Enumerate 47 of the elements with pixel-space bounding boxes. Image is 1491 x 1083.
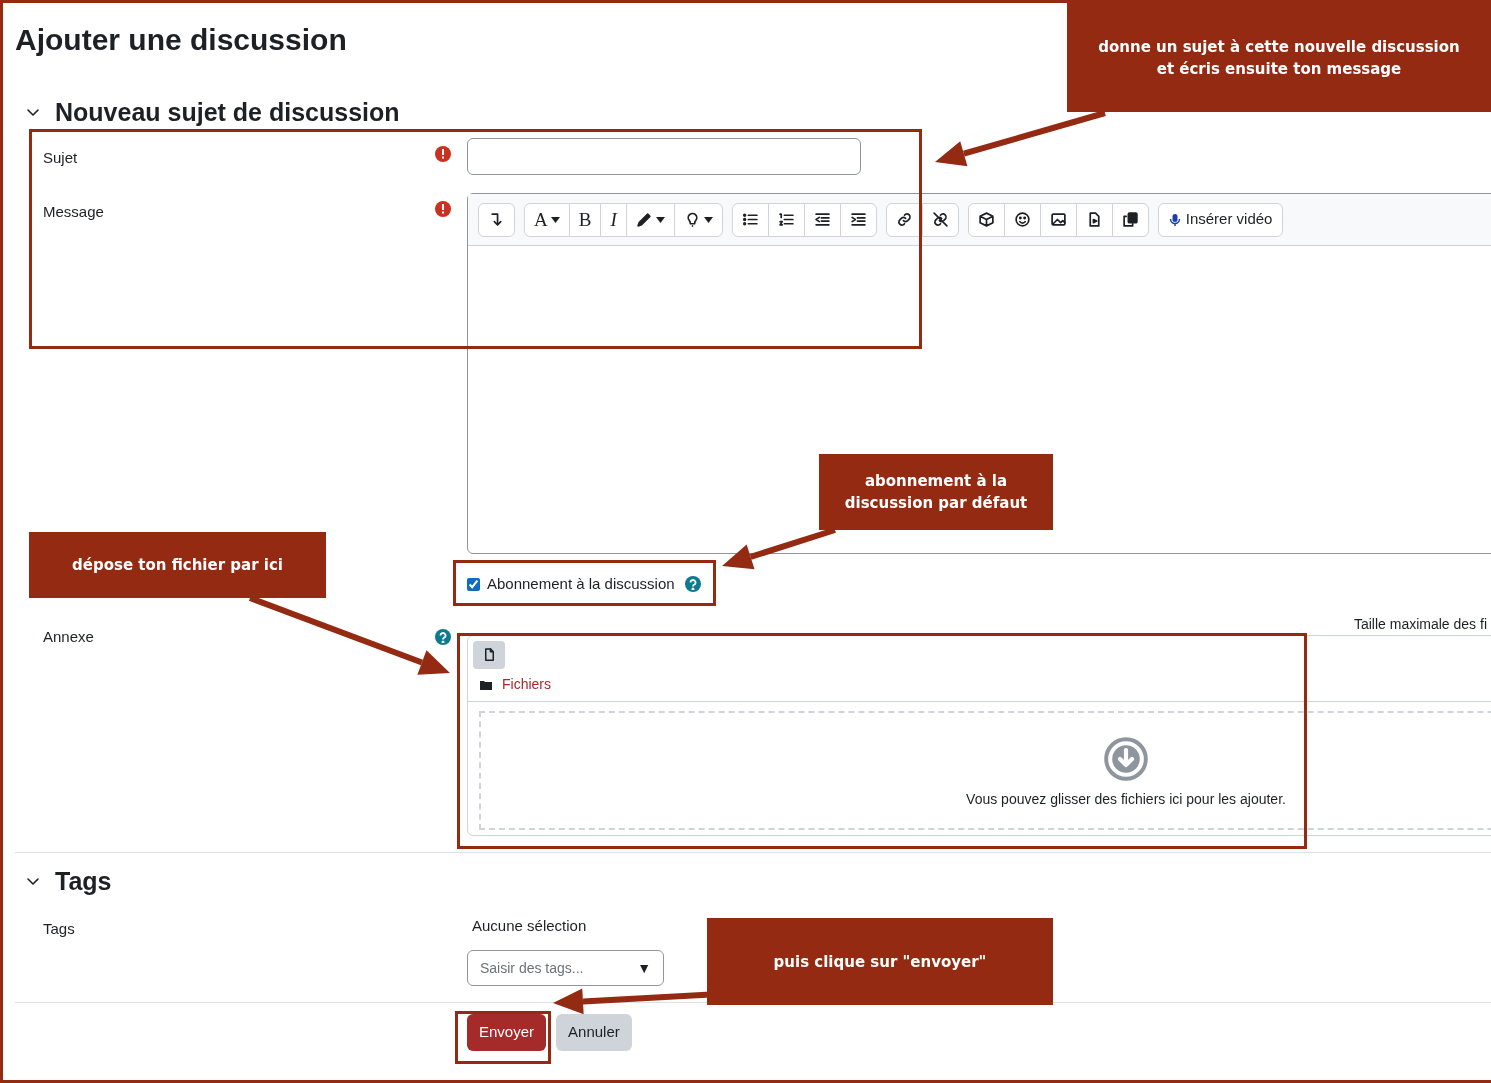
checkbox-label: Abonnement à la discussion <box>487 574 675 594</box>
help-icon[interactable] <box>684 576 701 593</box>
callout: dépose ton fichier par ici <box>29 532 326 598</box>
callout: abonnement à la discussion par défaut <box>819 454 1053 530</box>
field-label: Tags <box>43 919 75 937</box>
toolbar-button[interactable] <box>478 202 515 237</box>
unlink-icon <box>931 211 949 228</box>
copy-icon <box>1121 211 1139 228</box>
cancel-button[interactable]: Annuler <box>556 1014 632 1051</box>
toolbar-button[interactable]: B <box>568 203 601 236</box>
outdent-icon <box>813 211 831 228</box>
max-size-text: Taille maximale des fi <box>1352 615 1487 632</box>
section-title[interactable]: Tags <box>55 864 112 897</box>
subject-input[interactable] <box>467 138 861 175</box>
callout: puis clique sur "envoyer" <box>707 918 1053 1005</box>
help-icon[interactable] <box>435 629 451 645</box>
checkbox[interactable] <box>467 577 480 591</box>
smiley-icon <box>1013 211 1031 228</box>
download-icon <box>1102 734 1150 783</box>
cube-icon <box>977 211 995 228</box>
section-title[interactable]: Nouveau sujet de discussion <box>55 96 400 128</box>
microphone-icon <box>1168 212 1181 227</box>
folder-icon <box>480 679 492 690</box>
tags-input[interactable]: Saisir des tags... ▼ <box>467 950 664 986</box>
insert-video-button[interactable]: Insérer vidéo <box>1157 202 1284 237</box>
submit-button[interactable]: Envoyer <box>467 1014 547 1051</box>
drop-hint: Vous pouvez glisser des fichiers ici pour les ajouter. <box>966 789 1286 809</box>
folder-link[interactable]: Fichiers <box>502 674 551 695</box>
image-icon <box>1049 211 1067 228</box>
field-label: Annexe <box>43 627 94 645</box>
numbered-list-icon <box>777 211 795 228</box>
brush-icon <box>635 211 653 228</box>
toolbar-button[interactable]: A <box>525 203 569 236</box>
caret-icon <box>550 216 560 223</box>
caret-icon <box>655 216 665 223</box>
caret-icon <box>703 216 713 223</box>
turn-arrow-icon <box>488 211 505 228</box>
field-label: Message <box>43 203 104 220</box>
page-title: Ajouter une discussion <box>15 22 347 58</box>
bullet-list-icon <box>741 211 759 228</box>
field-label: Sujet <box>43 149 78 166</box>
indent-icon <box>849 211 867 228</box>
callout: donne un sujet à cette nouvelle discussion et écris ensuite ton message <box>1067 3 1491 112</box>
selection-text: Aucune sélection <box>471 915 588 936</box>
link-icon <box>895 211 913 228</box>
toolbar-button[interactable]: I <box>600 203 626 236</box>
add-file-button[interactable] <box>473 640 505 669</box>
